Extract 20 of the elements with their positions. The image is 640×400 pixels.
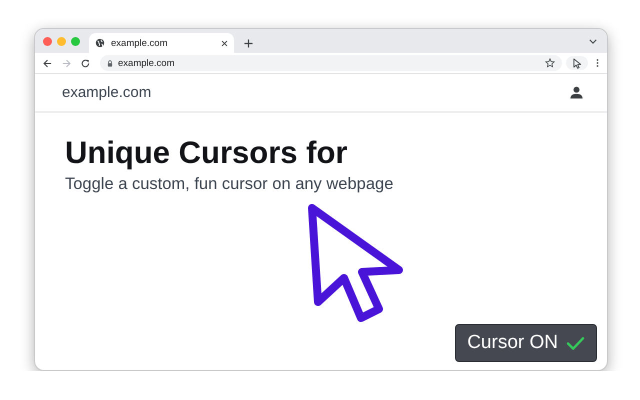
cursor-toggle-badge[interactable]: Cursor ON (455, 324, 597, 362)
menu-icon[interactable] (596, 58, 599, 68)
close-icon[interactable] (221, 40, 228, 46)
user-icon[interactable] (570, 86, 583, 99)
address-bar[interactable]: example.com (100, 55, 562, 71)
hero-heading: Unique Cursors for (65, 135, 348, 171)
star-icon[interactable] (545, 58, 555, 68)
new-tab-icon[interactable] (244, 39, 253, 48)
extension-button[interactable] (566, 56, 588, 70)
checkmark-icon (566, 336, 585, 350)
back-icon[interactable] (43, 58, 52, 68)
toggle-label: Cursor ON (467, 332, 558, 354)
pointer-icon (572, 58, 582, 68)
globe-icon (95, 38, 105, 48)
reload-icon[interactable] (81, 58, 90, 68)
browser-tab[interactable]: example.com (89, 33, 234, 53)
hero-subtitle: Toggle a custom, fun cursor on any webpage (65, 175, 394, 194)
site-logo[interactable]: example.com (62, 84, 152, 101)
chevron-down-icon[interactable] (589, 38, 597, 44)
lock-icon (107, 60, 113, 66)
